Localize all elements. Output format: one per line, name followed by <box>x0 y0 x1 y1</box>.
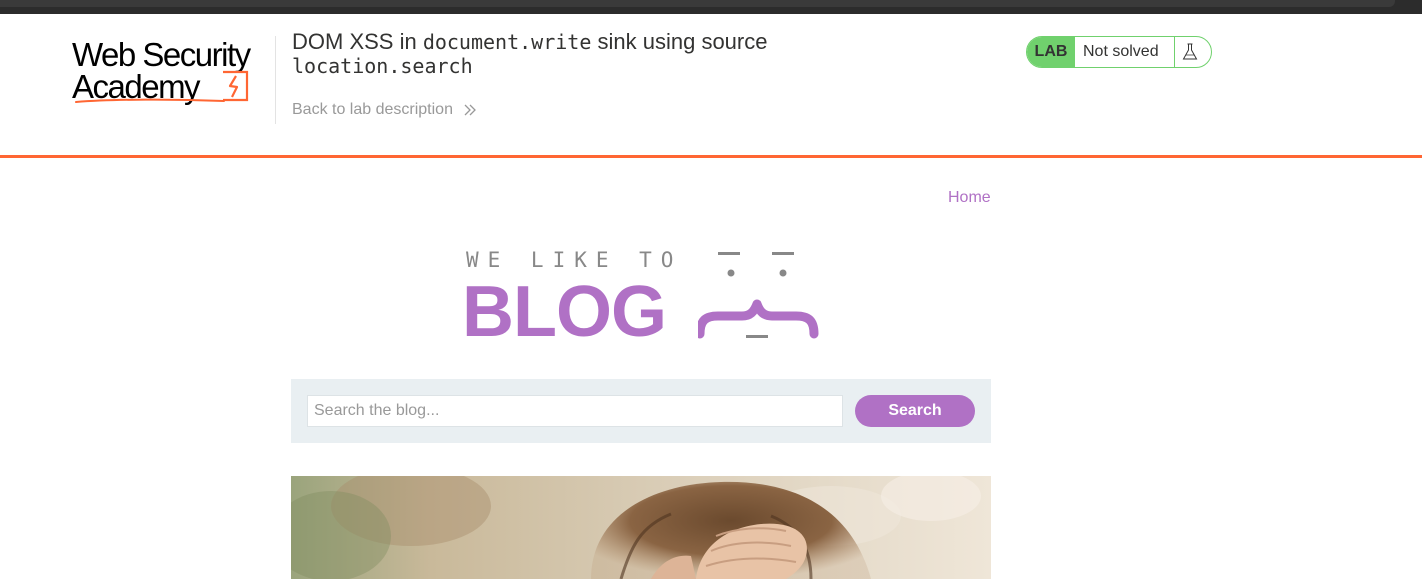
flask-icon <box>1182 43 1198 60</box>
lab-status-widget: LAB Not solved <box>1026 36 1212 68</box>
lab-status-text: Not solved <box>1083 43 1159 60</box>
header-orange-rule <box>0 155 1422 158</box>
nav-home-link[interactable]: Home <box>948 189 991 207</box>
blog-banner: WE LIKE TO BLOG <box>462 246 822 352</box>
browser-top-bar-inner <box>0 0 1395 7</box>
search-input[interactable] <box>307 395 843 427</box>
lab-title-text: DOM XSS in <box>292 29 423 54</box>
banner-title: BLOG <box>462 272 667 352</box>
blog-post-photo <box>291 476 991 579</box>
back-link-label: Back to lab description <box>292 101 453 118</box>
header-divider <box>275 36 276 124</box>
academy-lab-header: Web Security Academy DOM XSS in document… <box>0 14 1422 156</box>
back-to-lab-description-link[interactable]: Back to lab description <box>292 101 477 119</box>
lab-title: DOM XSS in document.write sink using sou… <box>292 29 852 79</box>
browser-top-bar <box>0 0 1422 14</box>
lab-title-code-source: location.search <box>292 54 473 78</box>
lab-title-text-middle: sink using source <box>591 29 768 54</box>
lab-title-code-sink: document.write <box>422 30 592 54</box>
banner-tagline: WE LIKE TO <box>466 248 683 272</box>
curly-brace-face-icon <box>698 252 819 339</box>
logo-underline-swoosh <box>75 98 225 103</box>
blog-search-panel: Search <box>291 379 991 443</box>
lab-badge: LAB <box>1027 37 1075 67</box>
search-button[interactable]: Search <box>855 395 975 427</box>
double-chevron-right-icon <box>464 104 477 116</box>
lab-status-separator <box>1174 37 1175 67</box>
web-security-academy-logo[interactable]: Web Security Academy <box>72 36 272 108</box>
blog-post-image[interactable] <box>291 476 991 579</box>
